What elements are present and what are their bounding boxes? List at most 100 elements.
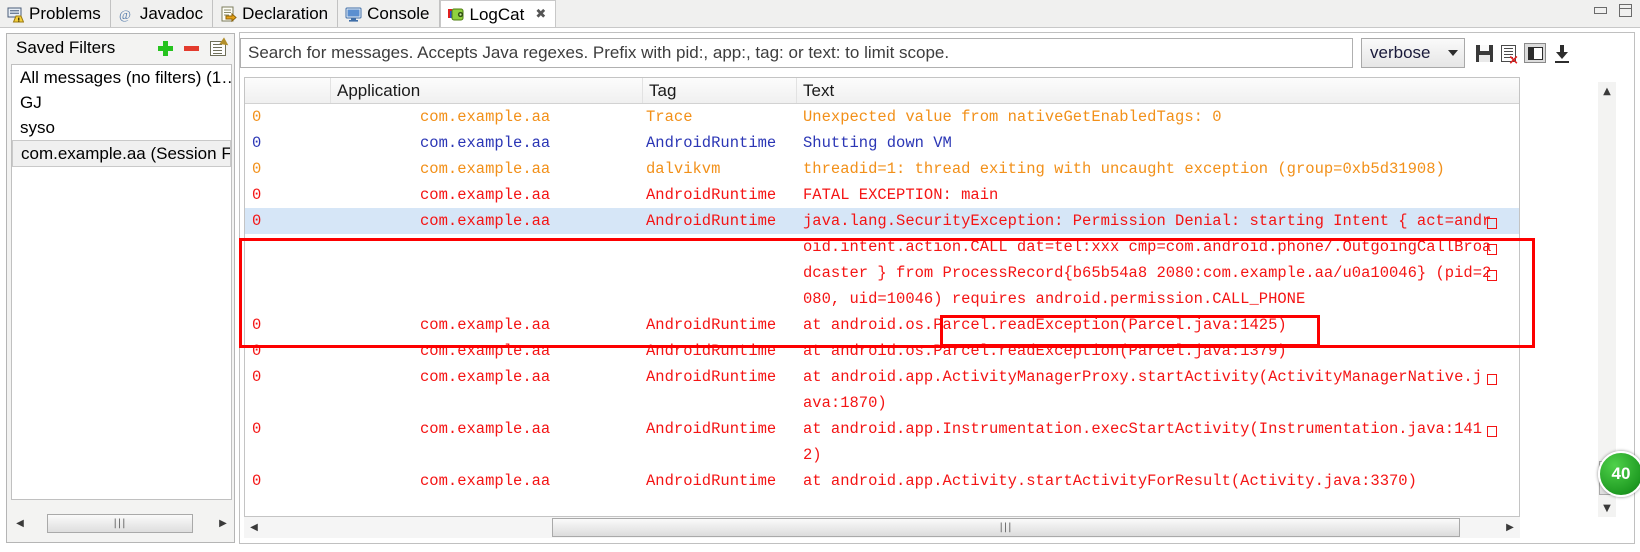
row-text: at android.app.Instrumentation.execStart… xyxy=(797,420,1519,438)
row-text: ava:1870) xyxy=(803,394,887,412)
log-scroll-left-arrow-icon[interactable]: ◀ xyxy=(244,517,264,538)
table-row-continuation[interactable]: 2) xyxy=(245,442,1519,468)
list-item[interactable]: syso xyxy=(12,115,231,140)
row-pid: 0 xyxy=(252,316,262,334)
saved-filters-list[interactable]: All messages (no filters) (1… GJ syso co… xyxy=(11,64,232,500)
table-row-continuation[interactable]: oid.intent.action.CALL dat=tel:xxx cmp=c… xyxy=(245,234,1519,260)
search-input[interactable] xyxy=(240,38,1353,68)
log-table: Application Tag Text 0 com.example.aa Tr… xyxy=(244,77,1520,517)
table-row[interactable]: 0 com.example.aa AndroidRuntime Shutting… xyxy=(245,130,1519,156)
tab-logcat[interactable]: LogCat ✖ xyxy=(439,0,557,28)
column-header-tag[interactable]: Tag xyxy=(643,78,797,103)
filters-horizontal-scrollbar[interactable]: ◀ ||| ▶ xyxy=(11,513,232,534)
list-item-selected[interactable]: com.example.aa (Session F xyxy=(12,140,231,167)
logcat-work-area: Saved Filters All messages (no filters) … xyxy=(0,27,1640,552)
table-body: 0 com.example.aa Trace Unexpected value … xyxy=(245,104,1519,494)
tab-problems[interactable]: Problems xyxy=(0,0,111,28)
chevron-down-icon xyxy=(1448,50,1458,56)
close-icon[interactable]: ✖ xyxy=(535,7,546,22)
row-tag: AndroidRuntime xyxy=(646,368,777,386)
row-text: 080, uid=10046) requires android.permiss… xyxy=(803,290,1306,308)
scroll-left-arrow-icon[interactable]: ◀ xyxy=(11,513,29,534)
log-panel: verbose Application Tag Text xyxy=(240,33,1640,543)
declaration-icon xyxy=(220,6,237,23)
logcat-view: Problems @ Javadoc Declaration Console L… xyxy=(0,0,1640,552)
tab-console[interactable]: Console xyxy=(338,0,440,28)
tab-console-label: Console xyxy=(367,4,430,23)
column-header-application[interactable]: Application xyxy=(331,78,643,103)
display-layout-icon[interactable] xyxy=(1524,43,1546,63)
tab-declaration[interactable]: Declaration xyxy=(213,0,339,28)
row-app: com.example.aa xyxy=(420,368,551,386)
list-item[interactable]: All messages (no filters) (1… xyxy=(12,65,231,90)
table-row-continuation[interactable]: 080, uid=10046) requires android.permiss… xyxy=(245,286,1519,312)
row-pid: 0 xyxy=(252,420,262,438)
log-scroll-thumb[interactable]: ||| xyxy=(552,518,1460,537)
minimize-icon[interactable] xyxy=(1594,7,1607,14)
row-tag: Trace xyxy=(646,108,693,126)
table-row[interactable]: 0 com.example.aa AndroidRuntime at andro… xyxy=(245,468,1519,494)
row-tag: AndroidRuntime xyxy=(646,420,777,438)
row-tag: AndroidRuntime xyxy=(646,472,777,490)
table-row[interactable]: 0 com.example.aa Trace Unexpected value … xyxy=(245,104,1519,130)
row-tag: AndroidRuntime xyxy=(646,134,777,152)
maximize-icon[interactable] xyxy=(1619,4,1632,17)
row-app: com.example.aa xyxy=(420,134,551,152)
save-log-icon[interactable] xyxy=(1476,44,1493,62)
table-row[interactable]: 0 com.example.aa AndroidRuntime at andro… xyxy=(245,416,1519,442)
table-row-selected[interactable]: 0 com.example.aa AndroidRuntime java.lan… xyxy=(245,208,1519,234)
wrap-marker-icon xyxy=(1487,244,1497,255)
scroll-right-arrow-icon[interactable]: ▶ xyxy=(214,513,232,534)
javadoc-icon: @ xyxy=(118,6,135,23)
tab-javadoc[interactable]: @ Javadoc xyxy=(110,0,214,28)
view-tab-bar: Problems @ Javadoc Declaration Console L… xyxy=(0,0,1640,28)
table-row[interactable]: 0 com.example.aa AndroidRuntime FATAL EX… xyxy=(245,182,1519,208)
log-level-value: verbose xyxy=(1370,43,1431,62)
row-app: com.example.aa xyxy=(420,212,551,230)
saved-filters-actions xyxy=(158,40,226,56)
filters-scroll-thumb[interactable]: ||| xyxy=(47,514,193,533)
saved-filters-title: Saved Filters xyxy=(16,38,116,57)
wrap-marker-icon xyxy=(1487,426,1497,437)
scroll-up-arrow-icon[interactable]: ▲ xyxy=(1598,82,1616,100)
row-text: FATAL EXCEPTION: main xyxy=(803,186,999,204)
remove-filter-icon[interactable] xyxy=(184,45,199,51)
table-row-continuation[interactable]: ava:1870) xyxy=(245,390,1519,416)
clear-log-icon[interactable] xyxy=(1501,44,1519,67)
log-scroll-right-arrow-icon[interactable]: ▶ xyxy=(1500,517,1520,538)
wrap-marker-icon xyxy=(1487,218,1497,229)
row-pid: 0 xyxy=(252,368,262,386)
status-badge: 40 xyxy=(1598,451,1640,497)
filters-scroll-track[interactable]: ||| xyxy=(29,513,214,534)
column-header-text[interactable]: Text xyxy=(797,78,1519,103)
table-row[interactable]: 0 com.example.aa AndroidRuntime at andro… xyxy=(245,364,1519,390)
table-row[interactable]: 0 com.example.aa AndroidRuntime at andro… xyxy=(245,312,1519,338)
log-horizontal-scrollbar[interactable]: ◀ ||| ▶ xyxy=(244,517,1520,538)
row-tag: AndroidRuntime xyxy=(646,316,777,334)
row-pid: 0 xyxy=(252,134,262,152)
scroll-lock-icon[interactable] xyxy=(1554,44,1570,63)
filter-label: com.example.aa (Session F xyxy=(21,144,231,163)
edit-filter-icon[interactable] xyxy=(210,40,226,56)
row-pid: 0 xyxy=(252,342,262,360)
log-level-select[interactable]: verbose xyxy=(1361,38,1465,68)
row-pid: 0 xyxy=(252,108,262,126)
table-row[interactable]: 0 com.example.aa dalvikvm threadid=1: th… xyxy=(245,156,1519,182)
add-filter-icon[interactable] xyxy=(158,40,173,56)
tab-declaration-label: Declaration xyxy=(242,4,329,23)
row-app: com.example.aa xyxy=(420,342,551,360)
table-header: Application Tag Text xyxy=(245,78,1519,104)
wrap-marker-icon xyxy=(1487,374,1497,385)
column-header-pid[interactable] xyxy=(245,78,331,103)
list-item[interactable]: GJ xyxy=(12,90,231,115)
scroll-down-arrow-icon[interactable]: ▼ xyxy=(1598,499,1616,517)
tab-problems-label: Problems xyxy=(29,4,101,23)
problems-icon xyxy=(7,6,25,23)
svg-text:@: @ xyxy=(119,7,131,22)
table-row-continuation[interactable]: dcaster } from ProcessRecord{b65b54a8 20… xyxy=(245,260,1519,286)
saved-filters-header: Saved Filters xyxy=(7,34,234,62)
table-row[interactable]: 0 com.example.aa AndroidRuntime at andro… xyxy=(245,338,1519,364)
tab-javadoc-label: Javadoc xyxy=(139,4,204,23)
row-text: at android.app.Activity.startActivityFor… xyxy=(803,472,1417,490)
row-text: oid.intent.action.CALL dat=tel:xxx cmp=c… xyxy=(797,238,1519,256)
